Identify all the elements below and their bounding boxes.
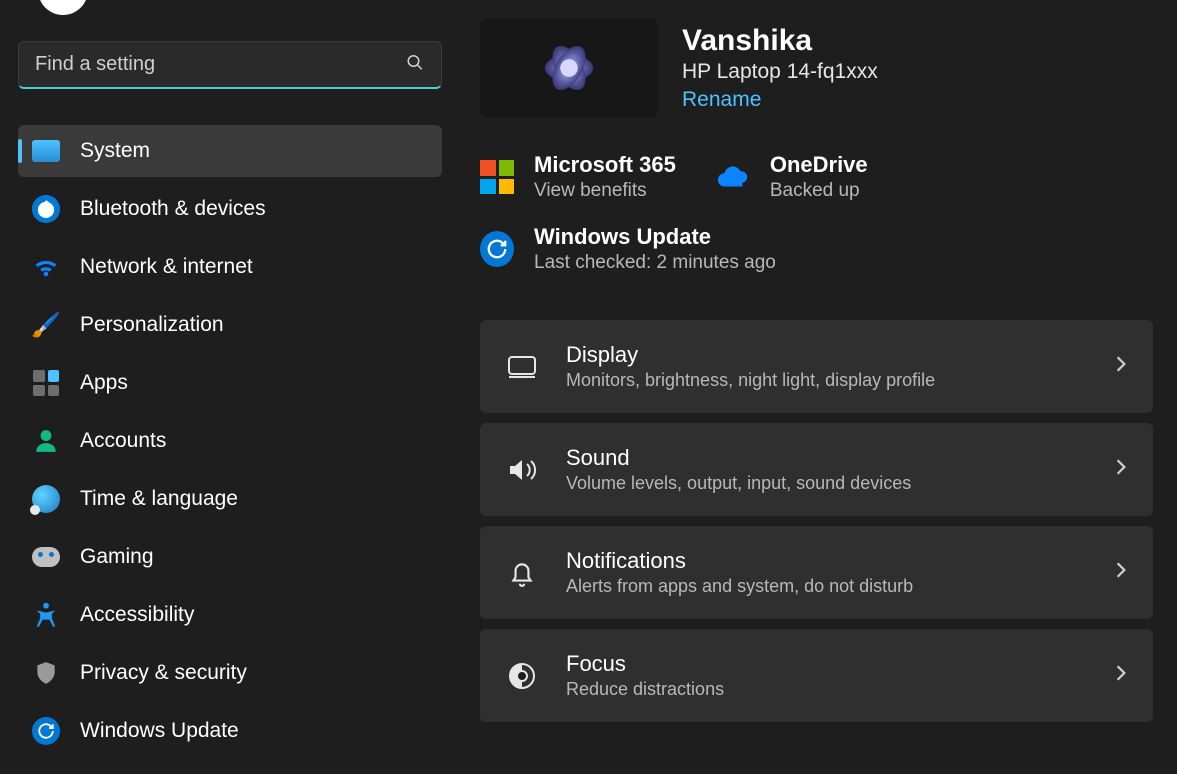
sidebar-item-label: Privacy & security — [80, 661, 247, 685]
sidebar-item-bluetooth[interactable]:  ⬤ Bluetooth & devices — [18, 183, 442, 235]
sidebar-item-windows-update[interactable]: Windows Update — [18, 705, 442, 757]
status-card-onedrive[interactable]: OneDrive Backed up — [716, 152, 868, 202]
sound-icon — [506, 454, 538, 486]
rename-link[interactable]: Rename — [682, 88, 878, 112]
sidebar-item-label: Bluetooth & devices — [80, 197, 266, 221]
chevron-right-icon — [1115, 561, 1127, 584]
setting-subtitle: Reduce distractions — [566, 679, 724, 700]
paintbrush-icon: 🖌️ — [32, 311, 60, 339]
setting-title: Focus — [566, 651, 724, 677]
status-title: OneDrive — [770, 152, 868, 178]
profile-name: Vanshika — [682, 24, 878, 58]
sidebar-item-accounts[interactable]: Accounts — [18, 415, 442, 467]
sidebar-item-time-language[interactable]: Time & language — [18, 473, 442, 525]
sidebar-item-privacy[interactable]: Privacy & security — [18, 647, 442, 699]
setting-subtitle: Volume levels, output, input, sound devi… — [566, 473, 911, 494]
display-icon — [506, 351, 538, 383]
chevron-right-icon — [1115, 458, 1127, 481]
sidebar-item-apps[interactable]: Apps — [18, 357, 442, 409]
status-subtitle: Backed up — [770, 180, 868, 202]
setting-title: Display — [566, 342, 935, 368]
sidebar-item-label: Apps — [80, 371, 128, 395]
setting-item-display[interactable]: Display Monitors, brightness, night ligh… — [480, 320, 1153, 413]
status-title: Microsoft 365 — [534, 152, 676, 178]
microsoft-365-icon — [480, 160, 514, 194]
bell-icon — [506, 557, 538, 589]
chevron-right-icon — [1115, 664, 1127, 687]
search-icon — [406, 54, 424, 77]
windows-update-icon — [480, 232, 514, 266]
sidebar-item-label: Windows Update — [80, 719, 239, 743]
status-card-microsoft365[interactable]: Microsoft 365 View benefits — [480, 152, 676, 202]
profile-picture[interactable] — [480, 18, 658, 118]
status-card-windows-update[interactable]: Windows Update Last checked: 2 minutes a… — [480, 224, 1153, 274]
sidebar-item-system[interactable]: System — [18, 125, 442, 177]
profile-block: Vanshika HP Laptop 14-fq1xxx Rename — [480, 18, 1153, 118]
avatar[interactable] — [38, 0, 88, 15]
sidebar-item-label: System — [80, 139, 150, 163]
sidebar-item-label: Accessibility — [80, 603, 194, 627]
search-wrapper — [18, 41, 442, 89]
profile-text: Vanshika HP Laptop 14-fq1xxx Rename — [682, 24, 878, 112]
setting-subtitle: Monitors, brightness, night light, displ… — [566, 370, 935, 391]
system-icon — [32, 137, 60, 165]
wifi-icon — [32, 253, 60, 281]
settings-list: Display Monitors, brightness, night ligh… — [480, 320, 1153, 722]
sidebar-item-label: Time & language — [80, 487, 238, 511]
sidebar-item-label: Accounts — [80, 429, 166, 453]
status-cards: Microsoft 365 View benefits OneDrive Bac… — [480, 152, 1153, 274]
apps-icon — [32, 369, 60, 397]
chevron-right-icon — [1115, 355, 1127, 378]
accessibility-icon — [32, 601, 60, 629]
main-content: Vanshika HP Laptop 14-fq1xxx Rename Micr… — [460, 0, 1177, 774]
gamepad-icon — [32, 543, 60, 571]
setting-title: Sound — [566, 445, 911, 471]
person-icon — [32, 427, 60, 455]
setting-item-notifications[interactable]: Notifications Alerts from apps and syste… — [480, 526, 1153, 619]
sidebar-item-label: Gaming — [80, 545, 154, 569]
status-subtitle: View benefits — [534, 180, 676, 202]
shield-icon — [32, 659, 60, 687]
focus-icon — [506, 660, 538, 692]
search-input[interactable] — [18, 41, 442, 89]
sidebar-nav: System  ⬤ Bluetooth & devices Network &… — [18, 125, 442, 757]
sidebar-item-label: Network & internet — [80, 255, 253, 279]
status-subtitle: Last checked: 2 minutes ago — [534, 252, 776, 274]
sidebar-item-label: Personalization — [80, 313, 224, 337]
clock-globe-icon — [32, 485, 60, 513]
sidebar-item-network[interactable]: Network & internet — [18, 241, 442, 293]
device-model: HP Laptop 14-fq1xxx — [682, 60, 878, 84]
setting-item-focus[interactable]: Focus Reduce distractions — [480, 629, 1153, 722]
setting-subtitle: Alerts from apps and system, do not dist… — [566, 576, 913, 597]
update-icon — [32, 717, 60, 745]
sidebar-item-personalization[interactable]: 🖌️ Personalization — [18, 299, 442, 351]
setting-title: Notifications — [566, 548, 913, 574]
onedrive-icon — [716, 160, 750, 194]
sidebar-item-gaming[interactable]: Gaming — [18, 531, 442, 583]
sidebar-item-accessibility[interactable]: Accessibility — [18, 589, 442, 641]
sidebar: System  ⬤ Bluetooth & devices Network &… — [0, 0, 460, 774]
status-title: Windows Update — [534, 224, 776, 250]
setting-item-sound[interactable]: Sound Volume levels, output, input, soun… — [480, 423, 1153, 516]
